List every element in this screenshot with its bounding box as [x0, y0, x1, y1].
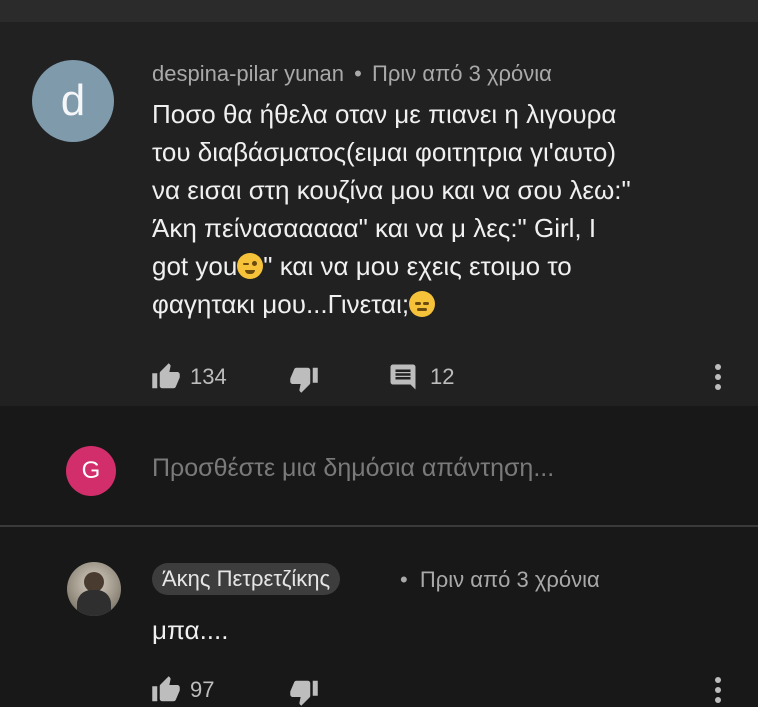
comment-line: got you	[152, 251, 238, 281]
reply-composer: G Προσθέστε μια δημόσια απάντηση...	[0, 406, 758, 526]
like-count: 97	[190, 677, 215, 702]
comment-line: " και να μου εχεις ετοιμο το	[263, 251, 572, 281]
reply-button[interactable]: 12	[388, 362, 454, 392]
reply-author: Άκης Πετρετζίκης	[162, 566, 331, 591]
creator-author-badge[interactable]: Άκης Πετρετζίκης	[152, 563, 341, 595]
comment-thread: d despina-pilar yunan • Πριν από 3 χρόνι…	[0, 22, 758, 406]
meta-separator: •	[400, 567, 408, 592]
reply-comment: Άκης Πετρετζίκης • Πριν από 3 χρόνια μπα…	[0, 527, 758, 706]
reply-text: μπα....	[152, 615, 229, 645]
comment-line: Ποσο θα ήθελα οταν με πιανει η λιγουρα	[152, 99, 617, 129]
thumbs-up-icon	[150, 362, 182, 392]
dislike-button[interactable]	[288, 677, 320, 707]
comment-time[interactable]: Πριν από 3 χρόνια	[372, 61, 552, 86]
comment-line: να εισαι στη κουζίνα μου και να σου λεω:…	[152, 175, 631, 205]
comment-actions: 134 12	[150, 362, 750, 394]
more-vert-icon	[712, 362, 724, 392]
avatar-letter: d	[60, 76, 86, 125]
reply-input[interactable]: Προσθέστε μια δημόσια απάντηση...	[152, 454, 554, 483]
reply-meta: • Πριν από 3 χρόνια	[400, 567, 600, 593]
reply-count: 12	[430, 364, 455, 389]
more-options-button[interactable]	[712, 675, 724, 705]
comment-meta: despina-pilar yunan • Πριν από 3 χρόνια	[152, 61, 552, 87]
comment-author[interactable]: despina-pilar yunan	[152, 61, 344, 86]
comment-line-with-emoji: φαγητακι μου...Γινεται;	[152, 285, 742, 323]
dislike-button[interactable]	[288, 364, 320, 394]
like-button[interactable]: 134	[150, 362, 227, 392]
comment-line: του διαβάσματος(ειμαι φοιτητρια γι'αυτο)	[152, 137, 616, 167]
user-avatar[interactable]: G	[66, 446, 116, 496]
comment-icon	[388, 362, 418, 392]
avatar[interactable]: d	[32, 60, 114, 142]
thumbs-up-icon	[150, 675, 182, 705]
pensive-face-emoji-icon	[409, 291, 436, 317]
comment-line: φαγητακι μου...Γινεται;	[152, 289, 410, 319]
thumbs-down-icon	[288, 677, 320, 707]
top-bar	[0, 0, 758, 22]
comment-line-with-emoji: got you " και να μου εχεις ετοιμο το	[152, 247, 742, 285]
winking-face-emoji-icon	[237, 253, 264, 279]
comment-line: Άκη πείνασααααα" και να μ λες:" Girl, I	[152, 213, 597, 243]
like-count: 134	[190, 364, 227, 389]
more-vert-icon	[712, 675, 724, 705]
more-options-button[interactable]	[712, 362, 724, 392]
reply-time[interactable]: Πριν από 3 χρόνια	[420, 567, 600, 592]
meta-separator: •	[354, 61, 362, 86]
avatar[interactable]	[67, 562, 121, 616]
comment-text: Ποσο θα ήθελα οταν με πιανει η λιγουρα τ…	[152, 95, 742, 323]
avatar-letter: G	[81, 457, 101, 484]
like-button[interactable]: 97	[150, 675, 214, 705]
thumbs-down-icon	[288, 364, 320, 394]
